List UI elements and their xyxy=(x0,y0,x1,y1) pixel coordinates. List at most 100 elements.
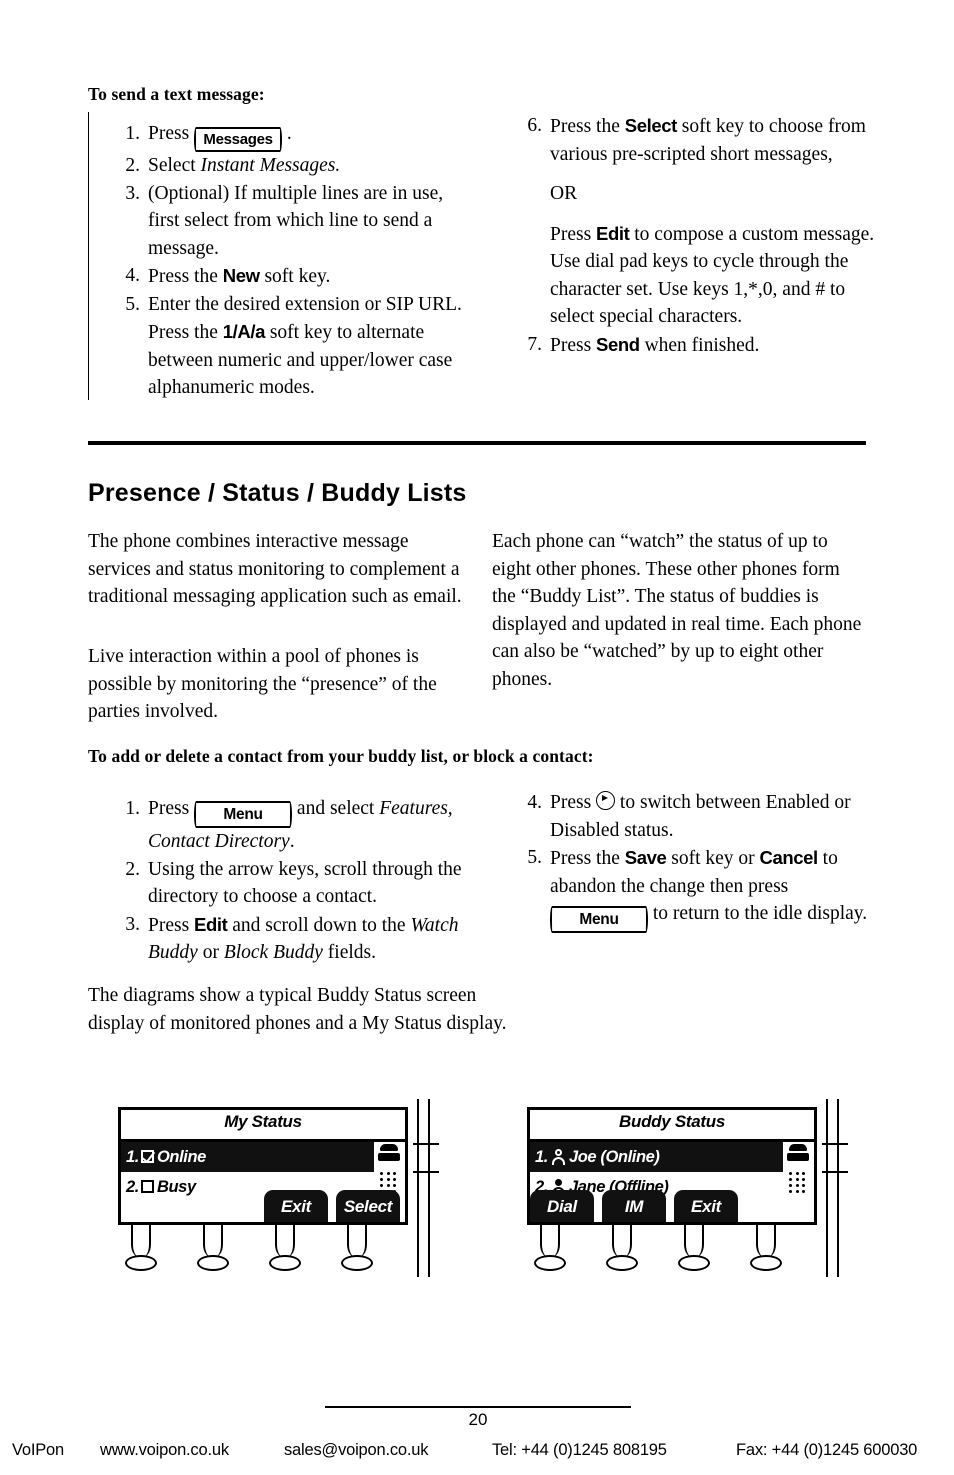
list-item: 1. Press Messages . xyxy=(110,120,470,152)
text-message-steps-right: 6. Press the Select soft key to choose f… xyxy=(512,112,892,359)
softkey-select[interactable]: Select xyxy=(336,1190,400,1222)
phone-handset-icon xyxy=(378,1144,400,1161)
softkey-edit-label: Edit xyxy=(194,913,228,935)
step-text-tail: . xyxy=(282,123,292,144)
list-item: 1. Press Menu and select Features, Conta… xyxy=(110,795,480,856)
row-index: 1. xyxy=(126,1148,139,1166)
footer-website[interactable]: www.voipon.co.uk xyxy=(100,1441,229,1460)
softkey-button-4[interactable] xyxy=(341,1225,373,1273)
person-outline-icon xyxy=(551,1149,566,1165)
phone-handset-icon xyxy=(787,1144,809,1161)
footer-brand: VoIPon xyxy=(12,1441,65,1459)
list-item: 6. Press the Select soft key to choose f… xyxy=(512,112,892,168)
softkey-button-2[interactable] xyxy=(197,1225,229,1273)
list-number: 4. xyxy=(527,792,542,813)
step-text: Press xyxy=(550,223,597,245)
section-divider-rule xyxy=(88,441,866,445)
list-item: 4. Press the New soft key. xyxy=(110,262,470,291)
step-text: Select xyxy=(148,155,201,176)
phone-body-edge xyxy=(413,1099,439,1277)
text-message-steps-left: 1. Press Messages . 2. Select Instant Me… xyxy=(110,120,470,402)
row-index: 1. xyxy=(535,1148,548,1166)
list-number: 7. xyxy=(527,333,542,355)
diagram-caption-paragraph: The diagrams show a typical Buddy Status… xyxy=(88,985,507,1034)
step-text-tail: fields. xyxy=(322,942,376,963)
list-number: 1. xyxy=(125,798,140,819)
lcd-softkey-bar: Dial IM Exit xyxy=(530,1189,814,1222)
circle-right-arrow-icon[interactable] xyxy=(596,791,616,810)
messages-hardkey[interactable]: Messages xyxy=(194,127,283,152)
list-number: 1. xyxy=(125,123,140,144)
step-text-tail: . xyxy=(289,831,295,852)
list-item: 2. Using the arrow keys, scroll through … xyxy=(110,856,480,911)
row-label: Online xyxy=(156,1148,206,1166)
list-item: 3. (Optional) If multiple lines are in u… xyxy=(110,180,470,263)
menu-hardkey[interactable]: Menu xyxy=(194,801,293,828)
softkey-button-1[interactable] xyxy=(534,1225,566,1273)
document-page: To send a text message: 1. Press Message… xyxy=(0,0,954,1475)
list-number: 2. xyxy=(125,858,140,880)
list-item-or: OR xyxy=(512,180,892,208)
step-text: Press the xyxy=(148,266,223,287)
softkey-dial[interactable]: Dial xyxy=(530,1190,594,1222)
softkey-button-2[interactable] xyxy=(606,1225,638,1273)
list-number: 5. xyxy=(125,293,140,315)
softkey-alpha-mode-label: 1/A/a xyxy=(222,321,266,342)
section-heading-presence: Presence / Status / Buddy Lists xyxy=(88,479,467,507)
softkey-send-label: Send xyxy=(596,333,640,355)
phone-body-edge xyxy=(822,1099,848,1277)
heading-add-delete-contact: To add or delete a contact from your bud… xyxy=(88,746,594,766)
list-number: 2. xyxy=(125,155,140,176)
step-text: Press the xyxy=(550,848,625,869)
softkey-save-label: Save xyxy=(624,847,667,868)
buddy-steps-right: 4. Press to switch between Enabled or Di… xyxy=(512,789,882,933)
list-item: 3. Press Edit and scroll down to the Wat… xyxy=(110,911,480,967)
softkey-button-1[interactable] xyxy=(125,1225,157,1273)
step-text-mid: and select xyxy=(292,798,380,819)
left-column-rule xyxy=(88,112,90,400)
buddy-status-diagram: Buddy Status 1. Joe (Online) 2. Jane (Offl… xyxy=(519,1099,849,1282)
or-text: OR xyxy=(550,183,578,204)
heading-send-text-message: To send a text message: xyxy=(88,84,265,104)
softkey-exit[interactable]: Exit xyxy=(264,1190,328,1222)
step-text: Press xyxy=(550,792,597,813)
lcd-list-row-selected[interactable]: 1. Joe (Online) xyxy=(530,1142,783,1172)
menu-path-italic: Instant Messages. xyxy=(200,155,341,176)
list-number: 3. xyxy=(125,182,140,204)
footer-email[interactable]: sales@voipon.co.uk xyxy=(284,1441,429,1460)
step-text: Press the xyxy=(550,116,625,137)
step-text: Press xyxy=(148,914,195,936)
footer-rule xyxy=(325,1406,631,1408)
step-text-tail: soft key. xyxy=(259,266,331,287)
step-text-mid2: or xyxy=(197,942,224,963)
softkey-button-4[interactable] xyxy=(750,1225,782,1273)
step-text: Press xyxy=(148,798,195,819)
lcd-screen: My Status 1. Online 2. Busy Exit Select xyxy=(118,1107,408,1225)
softkey-exit[interactable]: Exit xyxy=(674,1190,738,1222)
checkbox-checked-icon xyxy=(140,1150,154,1163)
list-number: 5. xyxy=(527,847,542,868)
softkey-button-3[interactable] xyxy=(269,1225,301,1273)
softkey-im[interactable]: IM xyxy=(602,1190,666,1222)
presence-paragraph-2: Live interaction within a pool of phones… xyxy=(88,646,437,722)
list-number: 3. xyxy=(125,913,140,935)
softkey-cancel-label: Cancel xyxy=(759,847,819,868)
step-text: Using the arrow keys, scroll through the… xyxy=(148,858,462,908)
lcd-title: My Status xyxy=(224,1112,302,1131)
footer-fax: Fax: +44 (0)1245 600030 xyxy=(736,1441,918,1459)
softkey-new-label: New xyxy=(222,265,260,286)
lcd-softkey-bar: Exit Select xyxy=(121,1189,405,1222)
buddy-steps-left: 1. Press Menu and select Features, Conta… xyxy=(110,795,480,967)
field-block-buddy: Block Buddy xyxy=(223,942,323,963)
lcd-title: Buddy Status xyxy=(619,1112,725,1131)
page-number: 20 xyxy=(468,1410,488,1429)
step-text-mid: and scroll down to the xyxy=(227,914,411,936)
softkey-button-3[interactable] xyxy=(678,1225,710,1273)
presence-paragraph-3: Each phone can “watch” the status of up … xyxy=(492,531,862,690)
footer-tel: Tel: +44 (0)1245 808195 xyxy=(492,1441,667,1459)
step-text: (Optional) If multiple lines are in use,… xyxy=(148,182,444,259)
lcd-list-row-selected[interactable]: 1. Online xyxy=(121,1142,374,1172)
step-text-tail: to return to the idle display. xyxy=(648,903,868,924)
menu-hardkey[interactable]: Menu xyxy=(550,906,648,933)
softkey-select-label: Select xyxy=(624,115,678,136)
